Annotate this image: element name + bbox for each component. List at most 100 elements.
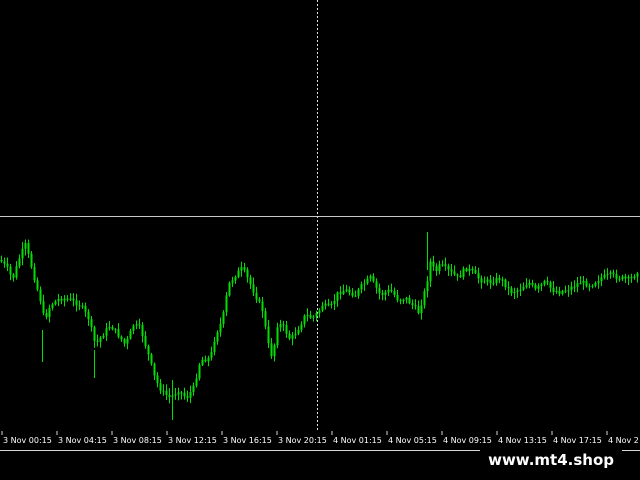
candle-body (345, 289, 348, 291)
candle-body (363, 283, 366, 285)
candle-body (468, 268, 471, 272)
candle-body (141, 325, 144, 336)
candle-body (498, 277, 501, 280)
candle-body (378, 287, 381, 294)
candle-body (417, 306, 420, 314)
candle-body (219, 323, 222, 333)
candle-body (207, 357, 210, 362)
candle-body (237, 270, 240, 278)
chart-window[interactable]: 3 Nov 00:15 3 Nov 04:15 3 Nov 08:15 3 Nov 1… (0, 0, 640, 480)
candle-body (192, 385, 195, 393)
candle-body (246, 269, 249, 278)
candle-body (243, 267, 246, 270)
candle-body (546, 281, 549, 283)
price-chart[interactable]: 3 Nov 00:15 3 Nov 04:15 3 Nov 08:15 3 Nov 1… (0, 0, 640, 450)
candle-body (558, 291, 561, 294)
candle-body (531, 282, 534, 285)
candle-body (138, 324, 141, 326)
candle-body (507, 287, 510, 289)
candle-body (180, 392, 183, 394)
candle-body (486, 279, 489, 282)
candle-body (3, 261, 6, 264)
candle-body (87, 311, 90, 320)
candle-body (183, 392, 186, 397)
candle-body (483, 281, 486, 283)
candle-body (495, 277, 498, 284)
candle-body (48, 308, 51, 317)
candle-body (123, 339, 126, 344)
candle-body (522, 286, 525, 290)
candle-body (426, 281, 429, 292)
candle-body (126, 338, 129, 344)
candle-body (117, 329, 120, 337)
candle-body (570, 286, 573, 291)
candle-body (309, 315, 312, 318)
time-axis-label: 3 Nov 00:15 (3, 436, 52, 445)
candle-body (66, 298, 69, 300)
candle-body (264, 311, 267, 327)
candle-body (567, 290, 570, 292)
candle-body (612, 272, 615, 274)
candle-body (441, 264, 444, 266)
candle-body (234, 277, 237, 281)
time-axis-label: 4 Nov 2 (608, 436, 639, 445)
candle-body (384, 292, 387, 295)
watermark-text: www.mt4.shop (480, 450, 622, 470)
candle-body (414, 304, 417, 307)
candle-body (456, 274, 459, 276)
candle-body (297, 329, 300, 334)
time-axis-label: 3 Nov 04:15 (58, 436, 107, 445)
candle-body (480, 278, 483, 283)
candle-body (105, 328, 108, 336)
candle-body (591, 285, 594, 287)
candle-body (222, 312, 225, 324)
candle-body (228, 282, 231, 296)
candle-body (51, 304, 54, 309)
candle-body (96, 340, 99, 342)
candle-body (492, 283, 495, 285)
candle-body (444, 264, 447, 267)
candle-body (303, 315, 306, 325)
candle-body (300, 324, 303, 330)
candle-body (528, 282, 531, 286)
candle-body (132, 325, 135, 331)
candle-body (540, 284, 543, 286)
candle-body (21, 248, 24, 259)
time-axis-label: 4 Nov 01:15 (333, 436, 382, 445)
status-bar: www.mt4.shop (0, 450, 640, 480)
candle-body (39, 289, 42, 302)
candle (228, 281, 231, 297)
candle-body (57, 298, 60, 302)
candle-body (462, 268, 465, 277)
candle-body (108, 327, 111, 329)
candle-body (627, 277, 630, 279)
candle-body (270, 343, 273, 357)
candle-body (30, 253, 33, 267)
candle-body (78, 305, 81, 307)
candle-body (144, 335, 147, 346)
candle-body (135, 324, 138, 326)
candle-body (306, 315, 309, 317)
candle-body (408, 297, 411, 304)
candle-body (510, 288, 513, 294)
candle-body (93, 327, 96, 341)
candle-body (6, 263, 9, 267)
candle-body (549, 282, 552, 288)
candle-body (186, 396, 189, 398)
candle-body (489, 279, 492, 284)
candle-body (69, 298, 72, 300)
candle-body (513, 292, 516, 294)
candle-body (423, 291, 426, 306)
candle-body (588, 286, 591, 288)
candle-body (396, 294, 399, 301)
candle-body (534, 284, 537, 289)
candle-body (594, 282, 597, 286)
candle-body (42, 301, 45, 313)
candle-body (516, 290, 519, 293)
candle-body (333, 300, 336, 304)
candle-body (213, 341, 216, 353)
candle-body (258, 299, 261, 302)
candle-body (387, 289, 390, 293)
candle-body (411, 303, 414, 305)
candle-body (18, 258, 21, 267)
